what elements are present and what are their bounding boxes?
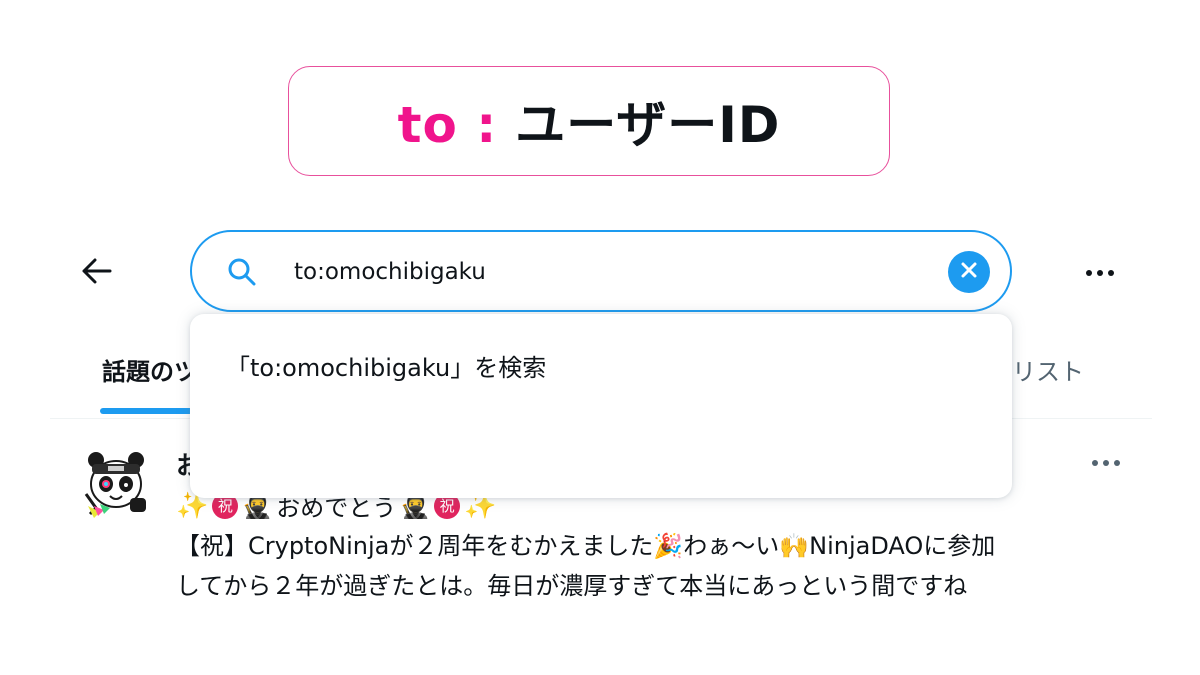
screenshot-canvas: to : ユーザーID to:omochibigaku 話題のツ リスト お ✨… <box>0 0 1200 675</box>
clear-search-button[interactable] <box>948 251 990 293</box>
search-suggestion-dropdown: 「to:omochibigaku」を検索 <box>190 314 1012 498</box>
header-banner: to : ユーザーID <box>288 66 890 176</box>
tweet-body-line: 【祝】CryptoNinjaが２周年をむかえました🎉わぁ〜い🙌NinjaDAOに… <box>176 532 996 560</box>
banner-main-text: ユーザーID <box>515 96 781 154</box>
close-icon <box>960 261 978 283</box>
search-input[interactable] <box>294 254 914 290</box>
search-icon <box>226 256 258 288</box>
banner-title: to : ユーザーID <box>398 85 781 157</box>
search-suggestion-item[interactable]: 「to:omochibigaku」を検索 <box>226 348 546 383</box>
more-horizontal-icon <box>1085 262 1115 281</box>
banner-prefix: to : <box>397 96 498 154</box>
more-options-button[interactable] <box>1080 252 1120 290</box>
tweet-body-line: してから２年が過ぎたとは。毎日が濃厚すぎて本当にあっという間ですね <box>176 572 968 600</box>
tab-top[interactable]: 話題のツ <box>102 352 192 387</box>
avatar[interactable] <box>80 448 152 520</box>
search-box[interactable] <box>190 230 1012 312</box>
tweet-body: 【祝】CryptoNinjaが２周年をむかえました🎉わぁ〜い🙌NinjaDAOに… <box>176 526 1136 606</box>
active-tab-indicator <box>100 408 200 414</box>
more-horizontal-icon <box>1091 452 1121 471</box>
tab-lists[interactable]: リスト <box>1012 352 1084 387</box>
arrow-left-icon[interactable] <box>78 252 116 290</box>
tweet-more-button[interactable] <box>1086 446 1126 476</box>
